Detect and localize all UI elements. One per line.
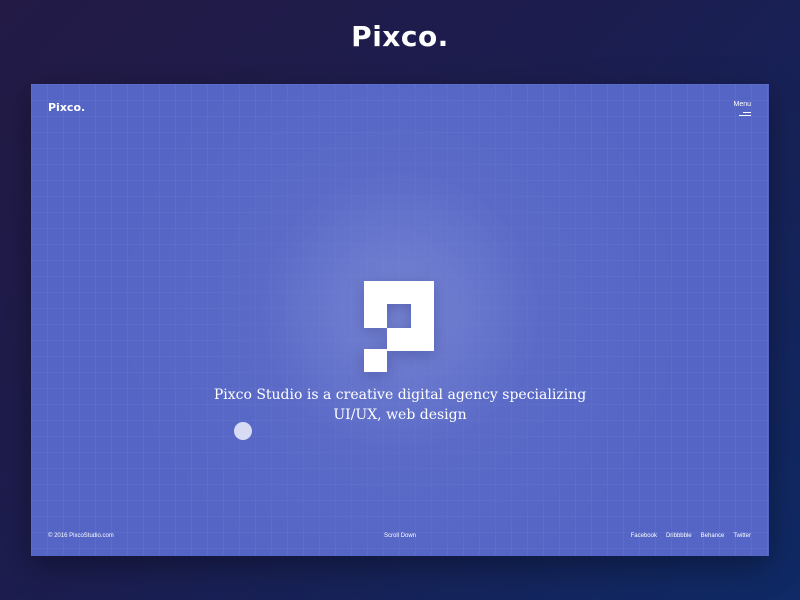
social-links: Facebook Dribbbble Behance Twitter	[631, 533, 751, 539]
website-frame: Pixco. Menu Pixco Studio is a creative d…	[31, 84, 769, 556]
social-link-twitter[interactable]: Twitter	[733, 533, 751, 539]
copyright-text: © 2016 PixcoStudio.com	[48, 533, 114, 539]
cursor-indicator	[234, 422, 252, 440]
tagline-line-1: Pixco Studio is a creative digital agenc…	[213, 387, 587, 403]
pixco-logo-icon	[364, 281, 434, 372]
hero-tagline: Pixco Studio is a creative digital agenc…	[31, 385, 769, 425]
social-link-behance[interactable]: Behance	[701, 533, 725, 539]
social-link-facebook[interactable]: Facebook	[631, 533, 657, 539]
scroll-down-link[interactable]: Scroll Down	[384, 533, 416, 539]
tagline-line-2: UI/UX, web design	[333, 407, 467, 423]
hamburger-icon	[739, 112, 751, 117]
brand-logo[interactable]: Pixco.	[48, 101, 85, 114]
presentation-title: Pixco.	[351, 20, 449, 53]
menu-label: Menu	[733, 101, 751, 108]
menu-button[interactable]: Menu	[733, 101, 751, 117]
social-link-dribbble[interactable]: Dribbbble	[666, 533, 692, 539]
